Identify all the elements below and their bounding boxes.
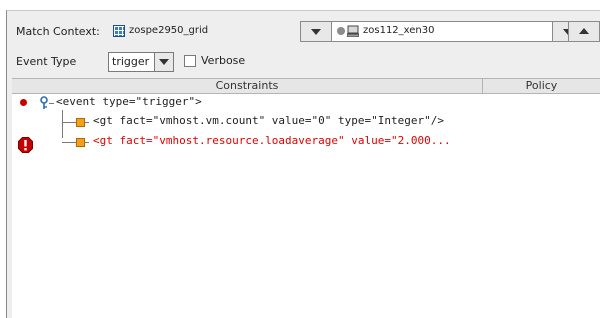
tree-row-event[interactable]: <event type="trigger"> bbox=[56, 95, 202, 108]
constraint-node-icon bbox=[76, 138, 85, 147]
tree-row-loadaverage[interactable]: <gt fact="vmhost.resource.loadaverage" v… bbox=[93, 134, 451, 147]
tree-connector bbox=[62, 142, 76, 143]
match-context-label: Match Context: bbox=[16, 25, 100, 38]
history-dropdown-button[interactable] bbox=[301, 22, 332, 41]
key-icon bbox=[40, 96, 48, 109]
error-icon bbox=[18, 137, 33, 153]
grid-icon bbox=[113, 25, 125, 37]
event-type-value: trigger bbox=[112, 55, 150, 68]
table-header: Constraints Policy bbox=[12, 78, 600, 94]
tree-row-vm-count[interactable]: <gt fact="vmhost.vm.count" value="0" typ… bbox=[93, 114, 444, 127]
chevron-up-icon bbox=[579, 28, 589, 34]
tree-connector bbox=[62, 122, 76, 123]
constraint-node-icon bbox=[76, 118, 85, 127]
tree-connector bbox=[49, 103, 54, 104]
constraints-tree[interactable]: <event type="trigger"> <gt fact="vmhost.… bbox=[12, 94, 600, 318]
tree-connector bbox=[62, 110, 63, 138]
host-name: zos112_xen30 bbox=[363, 25, 435, 36]
grid-name: zospe2950_grid bbox=[129, 25, 209, 36]
scroll-up-button[interactable] bbox=[568, 21, 600, 42]
column-header-constraints[interactable]: Constraints bbox=[12, 79, 483, 93]
host-combo[interactable]: zos112_xen30 bbox=[300, 21, 584, 42]
breakpoint-icon bbox=[20, 99, 27, 106]
verbose-checkbox[interactable] bbox=[184, 55, 196, 67]
chevron-down-icon bbox=[311, 29, 321, 35]
event-type-dropdown-button[interactable] bbox=[154, 53, 173, 71]
event-type-label: Event Type bbox=[16, 55, 77, 68]
computer-icon bbox=[347, 25, 359, 37]
verbose-label: Verbose bbox=[201, 54, 246, 67]
status-dot-icon bbox=[337, 27, 345, 35]
tree-connector bbox=[85, 122, 89, 123]
tree-connector bbox=[85, 142, 89, 143]
event-type-select[interactable]: trigger bbox=[108, 52, 174, 72]
chevron-down-icon bbox=[159, 59, 169, 65]
column-header-policy[interactable]: Policy bbox=[483, 79, 600, 93]
